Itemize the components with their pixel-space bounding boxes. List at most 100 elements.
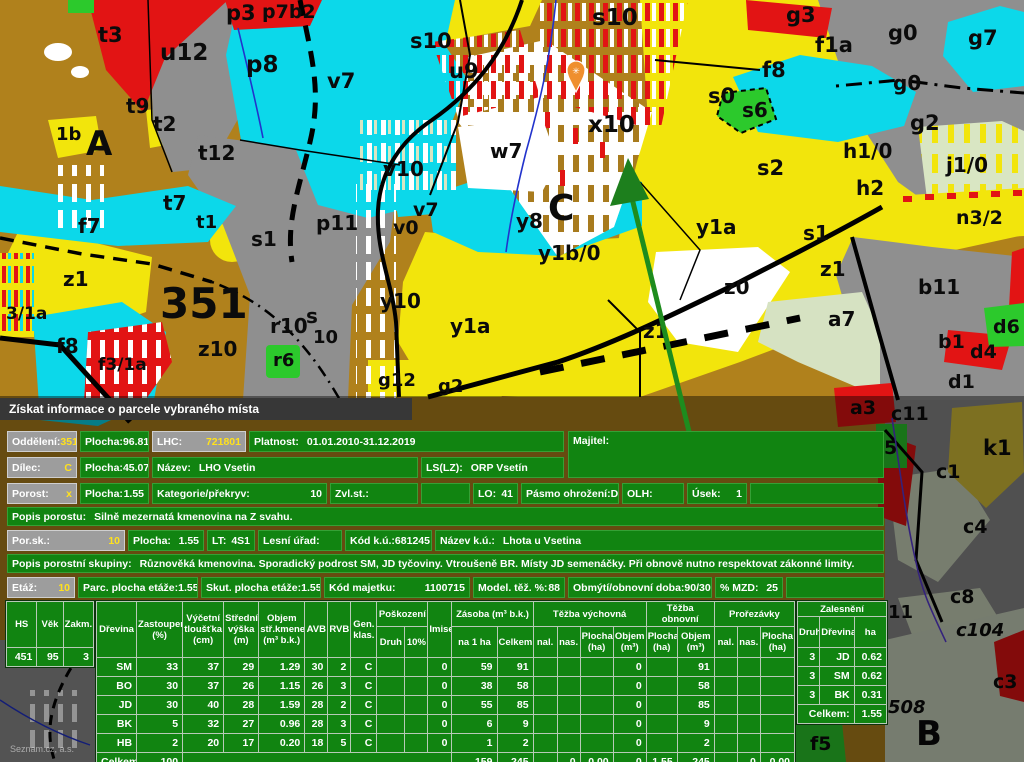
table-cell: [760, 734, 794, 753]
field-value: 1.55: [179, 535, 199, 547]
table-cell: 29: [224, 658, 259, 677]
map-label: u12: [160, 40, 208, 66]
table-cell: [580, 715, 613, 734]
map-label: t3: [98, 23, 123, 47]
map-label: 10: [313, 327, 338, 348]
table-cell: [714, 715, 737, 734]
table-cell: 0: [613, 734, 646, 753]
field-lo: LO:41: [473, 483, 518, 504]
map-label: v10: [383, 157, 424, 181]
stand-summary-table: HSVěkZakm.451953: [6, 601, 94, 667]
map-label: g0: [893, 71, 921, 95]
table-cell: [760, 677, 794, 696]
table-cell: 1.55: [646, 753, 677, 762]
table-cell: 0: [428, 734, 452, 753]
map-label: g2: [910, 111, 940, 135]
map-label: u9: [449, 59, 479, 83]
field-value: 1.55: [301, 582, 321, 594]
table-cell: [646, 658, 677, 677]
field-label: Zvl.st.:: [335, 488, 369, 500]
field-platnost: Platnost:01.01.2010-31.12.2019: [249, 431, 564, 452]
table-cell: [760, 715, 794, 734]
field-plocha1: Plocha:96.81: [80, 431, 149, 452]
table-cell: 30: [137, 696, 183, 715]
field-porsk: Por.sk.:10: [7, 530, 125, 551]
map-label: g12: [378, 370, 416, 391]
column-header: Druh: [377, 627, 405, 658]
table-cell: [405, 734, 428, 753]
species-table: DřevinaZastoupení (%)Výčetní tloušťka (c…: [96, 601, 795, 762]
map-tooltip: Získat informace o parcele vybraného mís…: [0, 398, 412, 420]
map-attribution: Seznam.cz, a.s.: [10, 744, 74, 754]
table-cell: 3: [798, 648, 820, 667]
field-value: Silně mezernatá kmenovina na Z svahu.: [94, 511, 292, 523]
column-header: Objem (m³): [613, 627, 646, 658]
table-cell: 9: [497, 715, 533, 734]
table-cell: 0: [557, 753, 580, 762]
column-header: Dřevina: [820, 617, 854, 648]
table-cell: SM: [97, 658, 137, 677]
map-label: t9: [126, 94, 149, 118]
map-label: f3/1a: [98, 355, 147, 375]
map-label: g7: [968, 26, 998, 50]
table-cell: [557, 715, 580, 734]
table-cell: [377, 658, 405, 677]
map-label: f1a: [815, 33, 853, 57]
field-label: Dílec:: [12, 462, 41, 474]
table-cell: 3: [798, 667, 820, 686]
table-cell: 0.20: [259, 734, 305, 753]
map-label: t12: [198, 141, 235, 165]
table-cell: 33: [137, 658, 183, 677]
column-header: AVB: [305, 602, 328, 658]
field-majitel: Majitel:: [568, 431, 884, 478]
map-label: v7: [327, 69, 355, 93]
map-label: v0: [393, 217, 419, 239]
column-header: HS: [7, 602, 37, 648]
table-cell: 0.31: [854, 686, 886, 705]
column-header: Střední výška (m): [224, 602, 259, 658]
column-header: Gen. klas.: [351, 602, 377, 658]
table-cell: [557, 677, 580, 696]
field-value: LHO Vsetin: [199, 462, 256, 474]
column-header: Dřevina: [97, 602, 137, 658]
field-usek: Úsek:1: [687, 483, 747, 504]
table-cell: [737, 677, 760, 696]
column-header: Plocha (ha): [580, 627, 613, 658]
table-cell: 0: [613, 677, 646, 696]
map-label: C: [548, 188, 574, 229]
field-value: Různověká kmenovina. Sporadický podrost …: [140, 558, 855, 570]
afforestation-table: ZalesněníDruhDřevinaha3JD0.623SM0.623BK0…: [797, 601, 887, 724]
field-nazev: Název:LHO Vsetin: [152, 457, 418, 478]
table-cell: [646, 715, 677, 734]
table-cell: 0: [428, 696, 452, 715]
column-header: nal.: [714, 627, 737, 658]
table-cell: [533, 753, 557, 762]
map-label: a7: [828, 307, 855, 331]
field-label: LT:: [212, 535, 226, 547]
table-cell: [533, 734, 557, 753]
map-label: s1: [251, 227, 277, 251]
table-cell: JD: [97, 696, 137, 715]
table-cell: [377, 734, 405, 753]
field-plocha2: Plocha:45.07: [80, 457, 149, 478]
field-value: 10: [310, 488, 322, 500]
field-value: 88: [548, 582, 560, 594]
table-cell: 95: [37, 648, 63, 667]
table-cell: [580, 677, 613, 696]
column-header: Věk: [37, 602, 63, 648]
map-label: g2: [438, 376, 463, 397]
column-header: Těžba obnovní: [646, 602, 714, 627]
table-cell: 0: [428, 677, 452, 696]
map-label: z1: [820, 257, 846, 281]
field-label: Platnost:: [254, 436, 299, 448]
map-label: s0: [708, 84, 735, 108]
table-cell: 9: [677, 715, 714, 734]
table-cell: C: [351, 696, 377, 715]
table-cell: [646, 677, 677, 696]
field-value: 681245: [395, 535, 430, 547]
field-pasmo: Pásmo ohrožení:D: [521, 483, 619, 504]
map-label: s10: [410, 29, 452, 53]
table-cell: 55: [452, 696, 497, 715]
column-header: Zakm.: [63, 602, 93, 648]
table-cell: 1: [452, 734, 497, 753]
